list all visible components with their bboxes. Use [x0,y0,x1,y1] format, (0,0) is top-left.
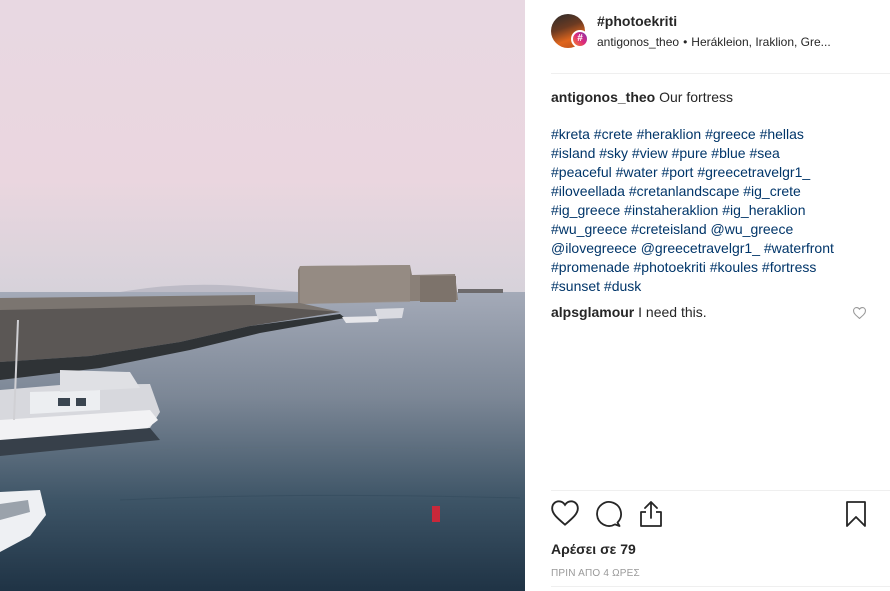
comment-author[interactable]: alpsglamour [551,304,634,320]
post-actions [551,500,871,532]
hashtag-line[interactable]: #island #sky #view #pure #blue #sea [551,144,871,163]
post-meta: antigonos_theo • Herákleion, Iraklion, Gre… [597,35,867,49]
comment-item: alpsglamour I need this. [551,304,871,320]
caption-author[interactable]: antigonos_theo [551,89,655,105]
bottom-divider [551,586,890,587]
harbor-fortress-image [0,0,525,591]
comment-text: I need this. [638,304,707,320]
author-link[interactable]: antigonos_theo [597,35,679,49]
hashtag-line[interactable]: #sunset #dusk [551,277,871,296]
hashtag-line[interactable]: #wu_greece #creteisland @wu_greece [551,220,871,239]
hashtag-line[interactable]: #peaceful #water #port #greecetravelgr1_ [551,163,871,182]
caption: antigonos_theo Our fortress #kreta #cret… [551,88,871,296]
heart-small-icon[interactable] [852,306,867,324]
location-link[interactable]: Herákleion, Iraklion, Gre... [691,35,830,49]
header-divider [551,73,890,74]
share-icon[interactable] [638,500,664,533]
hashtag-line[interactable]: #iloveellada #cretanlandscape #ig_crete [551,182,871,201]
hashtag-badge-icon: # [571,30,589,48]
comment-icon[interactable] [594,500,622,533]
separator-dot: • [683,35,688,49]
caption-text: Our fortress [659,89,734,105]
heart-icon[interactable] [551,500,579,531]
hashtag-line[interactable]: #promenade #photoekriti #koules #fortres… [551,258,871,277]
hashtags: #kreta #crete #heraklion #greece #hellas… [551,125,871,296]
post-header: # #photoekriti antigonos_theo • Herákleion… [525,0,890,74]
post-side-panel: # #photoekriti antigonos_theo • Herákleion… [525,0,890,591]
likes-count[interactable]: Αρέσει σε 79 [551,541,636,557]
actions-divider [551,490,890,491]
bookmark-icon[interactable] [845,500,867,533]
hashtag-line[interactable]: #kreta #crete #heraklion #greece #hellas [551,125,871,144]
hashtag-line[interactable]: @ilovegreece @greecetravelgr1_ #waterfro… [551,239,871,258]
post-photo[interactable] [0,0,525,591]
account-name[interactable]: #photoekriti [597,13,677,29]
hashtag-line[interactable]: #ig_greece #instaheraklion #ig_heraklion [551,201,871,220]
post-timestamp[interactable]: ΠΡΙΝ ΑΠΟ 4 ΩΡΕΣ [551,568,640,579]
